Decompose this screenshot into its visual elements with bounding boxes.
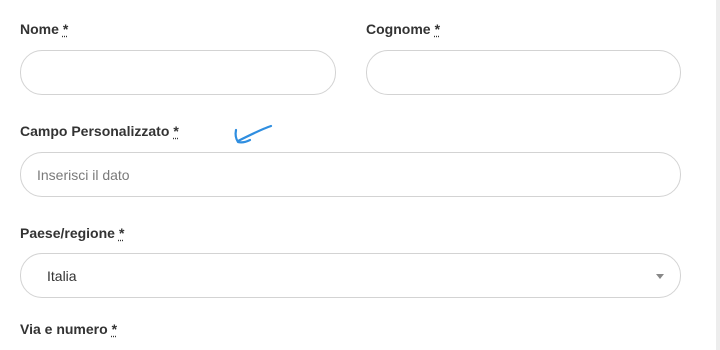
required-marker: * [173,123,179,139]
scrollbar-track[interactable] [716,0,720,350]
chevron-down-icon [656,274,664,279]
first-name-label-text: Nome [20,21,59,37]
hand-drawn-arrow-icon [234,124,273,144]
last-name-input[interactable] [367,51,680,94]
last-name-label: Cognome * [366,20,440,38]
custom-field[interactable] [20,152,681,197]
last-name-field[interactable] [366,50,681,95]
country-label-text: Paese/regione [20,225,115,241]
first-name-label: Nome * [20,20,68,38]
country-selected-value: Italia [47,268,77,284]
custom-field-label-text: Campo Personalizzato [20,123,170,139]
street-label-text: Via e numero [20,321,108,337]
first-name-field[interactable] [20,50,336,95]
required-marker: * [118,225,125,241]
custom-field-label: Campo Personalizzato * [20,122,179,140]
country-select[interactable]: Italia [20,253,681,298]
country-label: Paese/regione * [20,224,124,242]
street-label: Via e numero * [20,320,117,338]
checkout-form: Nome* Cognome* Campo Personalizzato* Pae… [0,0,720,350]
first-name-input[interactable] [21,51,335,94]
last-name-label-text: Cognome [366,21,431,37]
custom-field-input[interactable] [21,153,680,196]
required-marker: * [62,21,69,37]
required-marker: * [434,21,441,37]
required-marker: * [111,321,118,337]
